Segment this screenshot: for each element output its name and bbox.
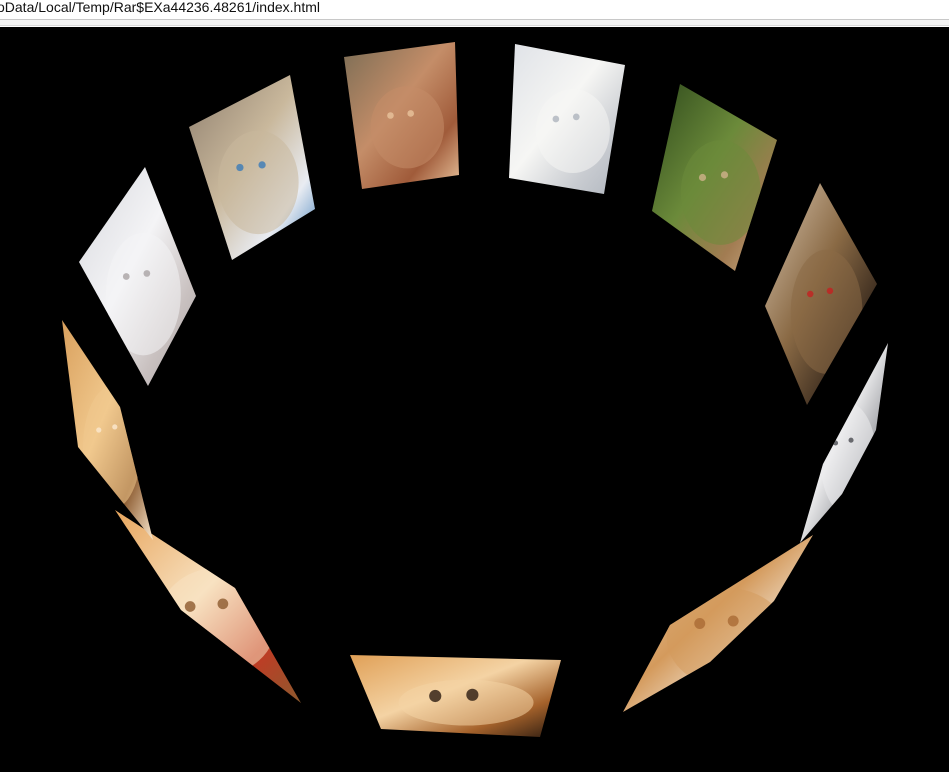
- kitten-in-basket-photo[interactable]: [344, 42, 459, 189]
- carousel-stage: [0, 27, 949, 772]
- address-bar[interactable]: oData/Local/Temp/Rar$EXa44236.48261/inde…: [0, 0, 949, 20]
- puppy-red-collar-photo[interactable]: [115, 510, 301, 703]
- white-kitten-photo[interactable]: [79, 167, 196, 386]
- pomeranian-photo[interactable]: [350, 655, 561, 737]
- address-url[interactable]: oData/Local/Temp/Rar$EXa44236.48261/inde…: [0, 0, 320, 15]
- yorkie-puppy-photo[interactable]: [765, 183, 877, 405]
- golden-puppy-photo[interactable]: [623, 535, 813, 712]
- photo-carousel: [62, 42, 888, 737]
- polar-bear-photo[interactable]: [509, 44, 625, 194]
- chipmunk-photo[interactable]: [652, 84, 777, 271]
- toolbar-divider: [0, 20, 949, 26]
- blue-eyed-kitten-photo[interactable]: [189, 75, 315, 260]
